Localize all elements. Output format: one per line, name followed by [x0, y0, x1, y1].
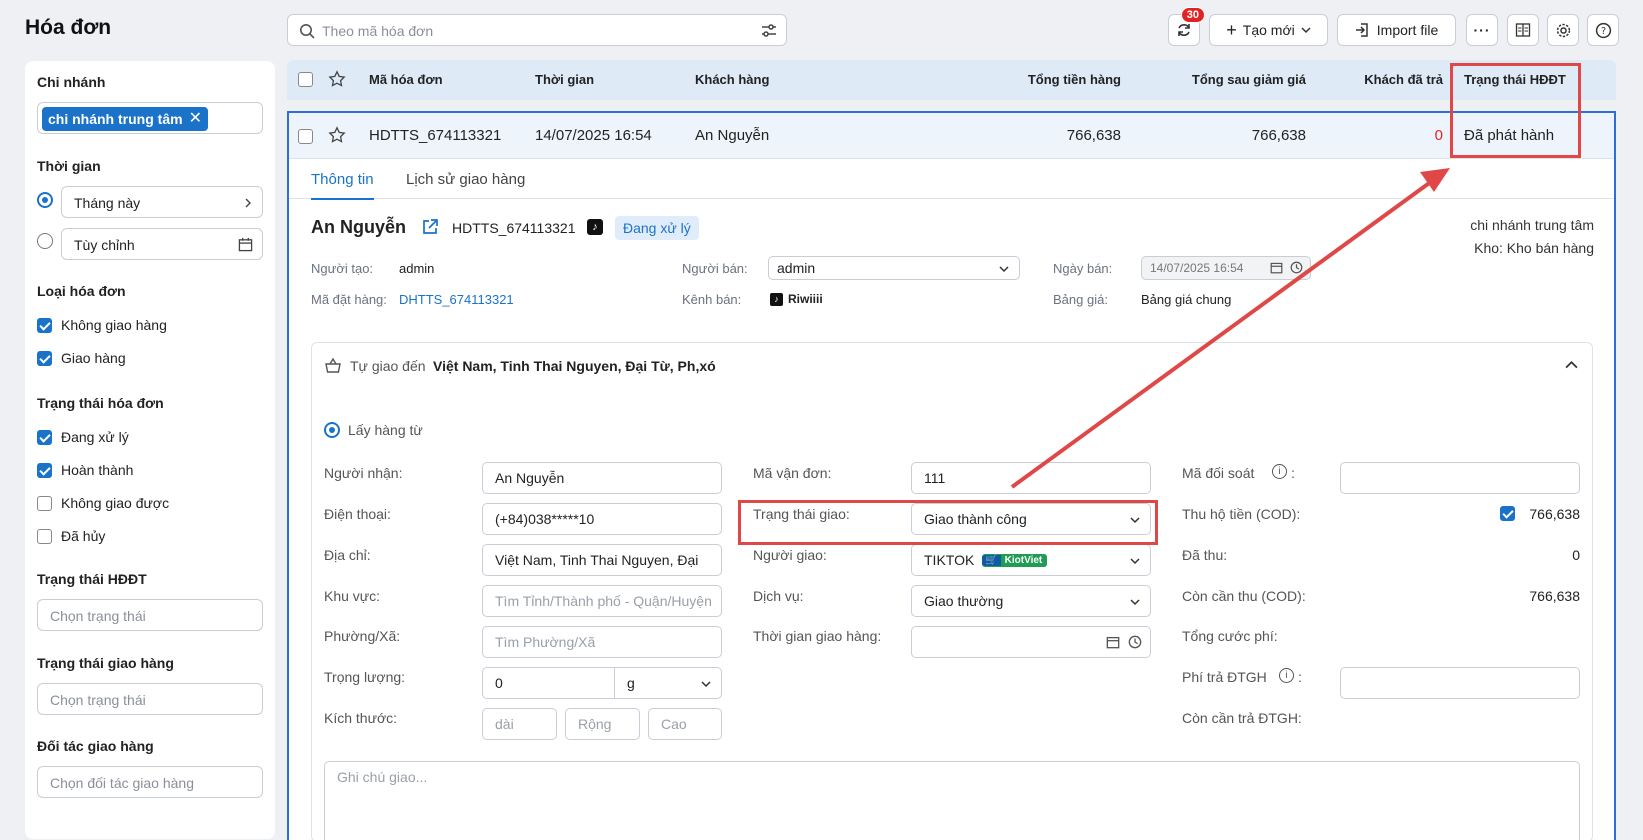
annotation-arrow	[1010, 168, 1450, 489]
